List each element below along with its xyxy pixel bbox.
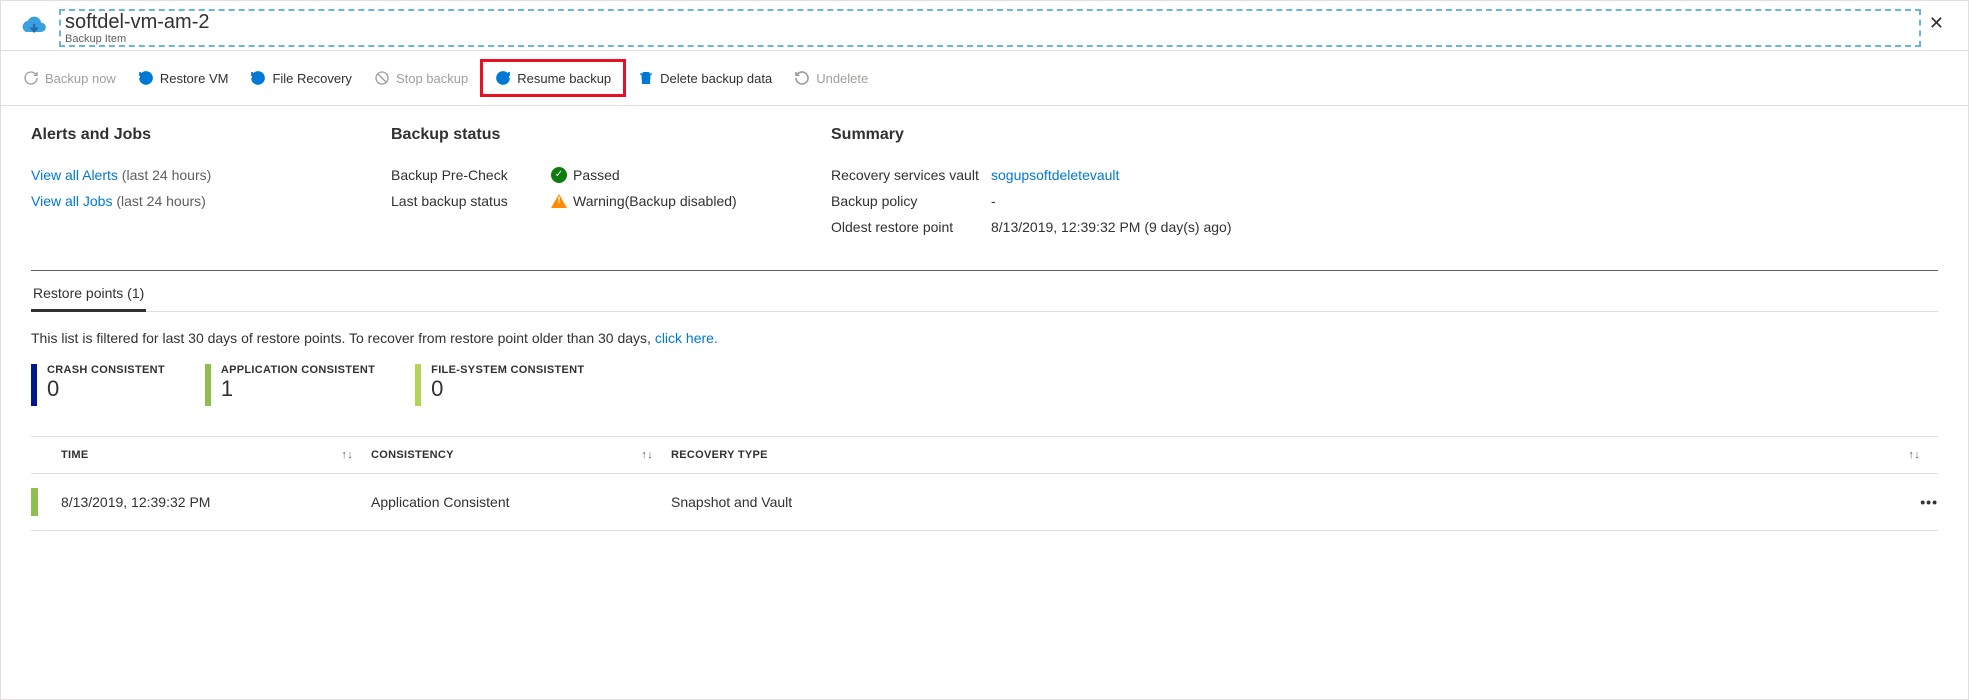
last-backup-label: Last backup status [391,193,551,209]
oldest-label: Oldest restore point [831,219,991,235]
backup-item-icon [17,9,49,41]
restore-icon [138,70,154,86]
precheck-value: Passed [573,167,620,183]
status-heading: Backup status [391,126,771,144]
view-all-alerts-link[interactable]: View all Alerts [31,167,118,183]
click-here-link[interactable]: click here. [655,330,718,346]
restore-vm-button[interactable]: Restore VM [128,64,239,92]
close-button[interactable]: ✕ [1921,9,1952,38]
col-time-header[interactable]: TIME↑↓ [61,449,371,461]
row-menu-button[interactable]: ••• [1920,494,1938,510]
page-title: softdel-vm-am-2 [65,11,1915,33]
filter-text: This list is filtered for last 30 days o… [31,312,1938,364]
sort-icon: ↑↓ [341,449,353,461]
delete-backup-data-button[interactable]: Delete backup data [628,64,782,92]
stop-backup-button: Stop backup [364,64,478,92]
view-all-jobs-link[interactable]: View all Jobs [31,193,112,209]
policy-value: - [991,193,996,209]
resume-backup-button[interactable]: Resume backup [485,64,621,92]
alerts-heading: Alerts and Jobs [31,126,331,144]
jobs-time-hint: (last 24 hours) [116,193,205,209]
file-recovery-button[interactable]: File Recovery [240,64,361,92]
row-status-bar [31,488,38,516]
stat-file: FILE-SYSTEM CONSISTENT 0 [415,364,584,406]
oldest-value: 8/13/2019, 12:39:32 PM (9 day(s) ago) [991,219,1231,235]
stat-app: APPLICATION CONSISTENT 1 [205,364,375,406]
resume-icon [495,70,511,86]
stat-bar-app [205,364,211,406]
col-recovery-header[interactable]: RECOVERY TYPE [671,449,1888,461]
tab-restore-points[interactable]: Restore points (1) [31,277,146,312]
cell-recovery: Snapshot and Vault [671,494,1888,510]
sort-icon: ↑↓ [1908,449,1920,461]
warning-icon [551,193,567,209]
col-consistency-header[interactable]: CONSISTENCY↑↓ [371,449,671,461]
backup-now-button: Backup now [13,64,126,92]
cell-consistency: Application Consistent [371,494,671,510]
stat-bar-file [415,364,421,406]
summary-heading: Summary [831,126,1938,144]
sort-icon: ↑↓ [641,449,653,461]
policy-label: Backup policy [831,193,991,209]
table-row[interactable]: 8/13/2019, 12:39:32 PM Application Consi… [31,474,1938,531]
page-subtitle: Backup Item [65,33,1915,45]
vault-link[interactable]: sogupsoftdeletevault [991,167,1119,183]
backup-now-icon [23,70,39,86]
stop-icon [374,70,390,86]
check-icon: ✓ [551,167,567,183]
file-recovery-icon [250,70,266,86]
undelete-icon [794,70,810,86]
stat-crash: CRASH CONSISTENT 0 [31,364,165,406]
undelete-button: Undelete [784,64,878,92]
cell-time: 8/13/2019, 12:39:32 PM [61,494,371,510]
alerts-time-hint: (last 24 hours) [122,167,211,183]
stat-bar-crash [31,364,37,406]
trash-icon [638,70,654,86]
precheck-label: Backup Pre-Check [391,167,551,183]
vault-label: Recovery services vault [831,167,991,183]
last-backup-value: Warning(Backup disabled) [573,193,737,209]
